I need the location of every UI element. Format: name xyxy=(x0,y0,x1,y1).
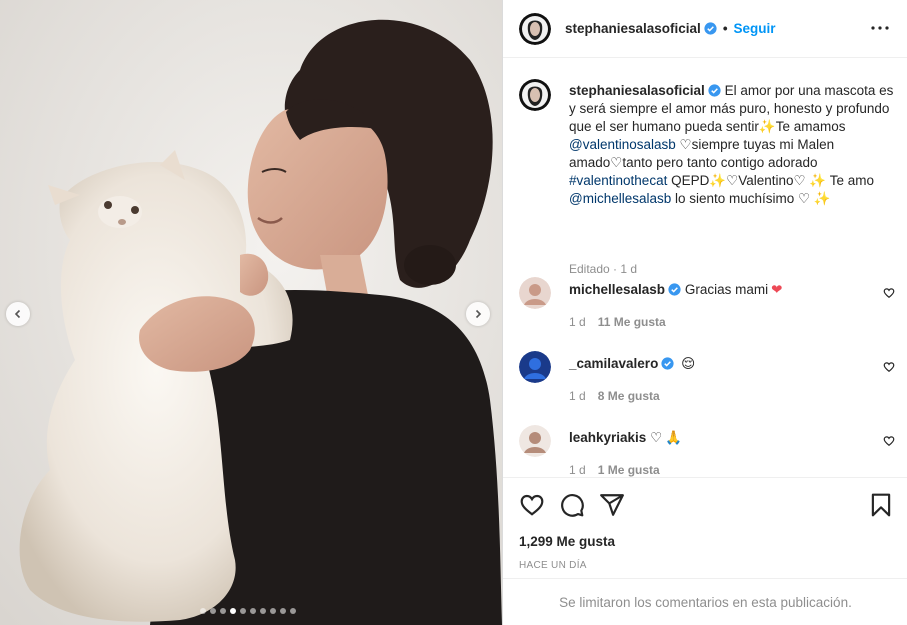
post-time: HACE UN DÍA xyxy=(519,560,587,571)
carousel-dot xyxy=(210,608,216,614)
caption-text-segment: ♡ xyxy=(610,155,623,170)
carousel-dot xyxy=(260,608,266,614)
carousel-dot xyxy=(200,608,206,614)
comment-item: _camilavalero 😌 1 d 8 Me gusta xyxy=(519,351,899,411)
sparkles-emoji: ✨ xyxy=(809,173,827,188)
comment-meta: 1 d 8 Me gusta xyxy=(569,389,660,403)
separator: • xyxy=(722,21,728,36)
caption-text-segment: ♡ xyxy=(675,137,692,152)
more-horizontal-icon xyxy=(871,26,889,30)
carousel-dot xyxy=(230,608,236,614)
commenter-username[interactable]: michellesalasb xyxy=(569,282,665,297)
comment-emoji: 😌 xyxy=(681,356,696,371)
caption-text-segment: lo siento muchísimo ♡ xyxy=(671,191,814,206)
post-image[interactable] xyxy=(0,0,502,625)
share-icon xyxy=(600,494,624,516)
caption-text-segment: Te amo xyxy=(826,173,874,188)
comment-button[interactable] xyxy=(559,492,585,518)
commenter-avatar[interactable] xyxy=(519,277,551,309)
likes-count[interactable]: 1,299 Me gusta xyxy=(519,534,615,549)
comment-item: michellesalasb Gracias mami ❤ 1 d 11 Me gus… xyxy=(519,277,899,337)
verified-badge-icon xyxy=(708,84,721,97)
caption-text-segment: QEPD xyxy=(667,173,710,188)
carousel-dot xyxy=(240,608,246,614)
carousel-dot xyxy=(280,608,286,614)
post-actions: 1,299 Me gusta HACE UN DÍA Se limitaron … xyxy=(503,477,907,625)
comment-age: 1 d xyxy=(569,389,586,403)
comment-likes[interactable]: 11 Me gusta xyxy=(598,315,666,329)
comment-like-icon[interactable] xyxy=(883,435,895,447)
caption-avatar-image xyxy=(519,79,551,111)
caption-avatar[interactable] xyxy=(519,79,551,111)
post-header: stephaniesalasoficial • Seguir xyxy=(503,0,907,58)
share-button[interactable] xyxy=(599,492,625,518)
carousel-dot xyxy=(290,608,296,614)
author-avatar[interactable] xyxy=(519,12,551,45)
carousel-dot xyxy=(270,608,276,614)
comment-age: 1 d xyxy=(569,463,586,477)
comment-likes[interactable]: 8 Me gusta xyxy=(598,389,660,403)
commenter-avatar-image xyxy=(519,425,551,457)
commenter-username[interactable]: _camilavalero xyxy=(569,356,658,371)
commenter-avatar-image xyxy=(519,277,551,309)
comment-emoji: 🙏 xyxy=(665,430,682,445)
comment-meta: 1 d 11 Me gusta xyxy=(569,315,666,329)
more-options-button[interactable] xyxy=(868,18,892,38)
carousel-dot xyxy=(220,608,226,614)
comments-limited-notice: Se limitaron los comentarios en esta pub… xyxy=(503,578,907,625)
comments-section[interactable]: stephaniesalasoficial El amor por una ma… xyxy=(503,59,907,477)
comment-icon xyxy=(561,494,584,517)
verified-badge-icon xyxy=(668,283,681,296)
author-username[interactable]: stephaniesalasoficial xyxy=(565,21,701,36)
chevron-right-icon xyxy=(475,309,482,319)
caption-body: El amor por una mascota es y será siempr… xyxy=(569,83,893,206)
caption-text-segment: tanto pero tanto contigo adorado xyxy=(622,155,818,170)
comment-text: Gracias mami xyxy=(684,282,769,297)
author-avatar-image xyxy=(519,12,551,45)
caption-username[interactable]: stephaniesalasoficial xyxy=(569,83,705,98)
post-details-panel: stephaniesalasoficial • Seguir stephanie… xyxy=(502,0,907,625)
comment-body: michellesalasb Gracias mami ❤ xyxy=(569,282,869,298)
comment-item: leahkyriakis ♡ 🙏 1 d 1 Me gusta xyxy=(519,425,899,477)
commenter-avatar[interactable] xyxy=(519,425,551,457)
comment-body: leahkyriakis ♡ 🙏 xyxy=(569,430,869,446)
photo-scene xyxy=(0,0,502,625)
carousel-indicator xyxy=(200,608,296,614)
comment-like-icon[interactable] xyxy=(883,287,895,299)
caption-text-segment: ♡Valentino♡ xyxy=(726,173,810,188)
next-slide-button[interactable] xyxy=(466,302,490,326)
previous-slide-button[interactable] xyxy=(6,302,30,326)
comment-like-icon[interactable] xyxy=(883,361,895,373)
follow-button[interactable]: Seguir xyxy=(734,21,776,36)
verified-badge-icon xyxy=(661,357,674,370)
comment-text: ♡ xyxy=(650,430,663,445)
sparkles-emoji: ✨ xyxy=(709,173,727,188)
comment-body: _camilavalero 😌 xyxy=(569,356,869,372)
caption-mention-link[interactable]: @michellesalasb xyxy=(569,191,671,206)
comment-emoji: ❤ xyxy=(771,282,783,297)
caption-meta: Editado · 1 d xyxy=(569,262,638,276)
chevron-left-icon xyxy=(14,309,21,319)
caption-hashtag-link[interactable]: #valentinothecat xyxy=(569,173,667,188)
sparkles-emoji: ✨ xyxy=(813,191,831,206)
like-button[interactable] xyxy=(519,492,545,518)
comment-meta: 1 d 1 Me gusta xyxy=(569,463,660,477)
heart-icon xyxy=(520,494,544,516)
commenter-avatar[interactable] xyxy=(519,351,551,383)
bookmark-icon xyxy=(871,493,891,517)
save-button[interactable] xyxy=(868,492,894,518)
sparkles-emoji: ✨ xyxy=(758,119,776,134)
caption-mention-link[interactable]: @valentinosalasb xyxy=(569,137,676,152)
commenter-avatar-image xyxy=(519,351,551,383)
commenter-username[interactable]: leahkyriakis xyxy=(569,430,646,445)
comment-likes[interactable]: 1 Me gusta xyxy=(598,463,660,477)
caption-text: stephaniesalasoficial El amor por una ma… xyxy=(569,82,899,208)
verified-badge-icon xyxy=(704,22,717,35)
comment-age: 1 d xyxy=(569,315,586,329)
carousel-dot xyxy=(250,608,256,614)
caption-text-segment: Te amamos xyxy=(775,119,846,134)
